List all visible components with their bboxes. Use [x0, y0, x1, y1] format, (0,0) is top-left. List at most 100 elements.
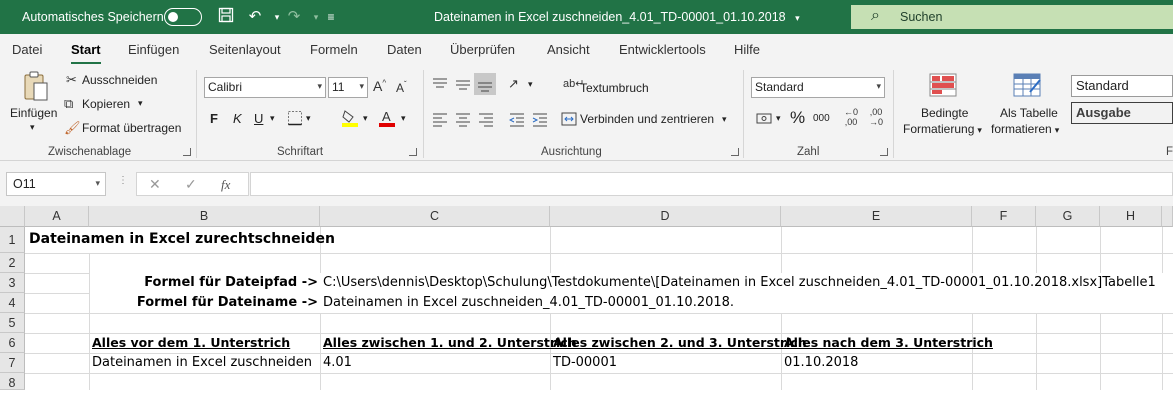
cell-c3[interactable]: C:\Users\dennis\Desktop\Schulung\Testdok…	[323, 275, 1156, 290]
column-header-c[interactable]: C	[320, 206, 550, 227]
cell-d7[interactable]: TD-00001	[553, 355, 617, 370]
format-painter-button[interactable]: Format übertragen	[82, 121, 181, 135]
style-standard[interactable]: Standard	[1071, 75, 1173, 97]
row-header-1[interactable]: 1	[0, 227, 25, 253]
paste-icon[interactable]	[22, 70, 50, 104]
align-center-icon[interactable]	[455, 111, 471, 130]
grow-font-icon[interactable]: A^	[373, 78, 386, 94]
name-box[interactable]: O11 ▾	[6, 172, 106, 196]
italic-button[interactable]: K	[233, 111, 242, 126]
font-color-dropdown-icon[interactable]: ▾	[401, 113, 406, 124]
cell-b4[interactable]: Formel für Dateiname ->	[92, 295, 318, 310]
format-as-table-line2[interactable]: formatieren ▾	[991, 122, 1059, 136]
tab-start[interactable]: Start	[71, 42, 101, 65]
number-launcher-icon[interactable]	[880, 148, 888, 156]
column-header-b[interactable]: B	[89, 206, 320, 227]
column-header-h[interactable]: H	[1100, 206, 1162, 227]
cell-c4[interactable]: Dateinamen in Excel zuschneiden_4.01_TD-…	[323, 295, 734, 310]
row-header-2[interactable]: 2	[0, 253, 25, 273]
increase-decimal-icon[interactable]: ←0,00	[844, 107, 858, 127]
cancel-icon[interactable]: ✕	[149, 176, 161, 193]
orientation-icon[interactable]: ↗	[508, 76, 519, 92]
column-header-g[interactable]: G	[1036, 206, 1100, 227]
decrease-decimal-icon[interactable]: ,00 →0	[869, 107, 883, 127]
conditional-formatting-line2[interactable]: Formatierung ▾	[903, 122, 982, 136]
borders-icon[interactable]	[287, 110, 303, 129]
tab-ueberpruefen[interactable]: Überprüfen	[450, 42, 515, 57]
thousands-button[interactable]: 000	[813, 113, 830, 124]
formula-input[interactable]	[250, 172, 1173, 196]
save-icon[interactable]	[216, 7, 236, 27]
column-header-f[interactable]: F	[972, 206, 1036, 227]
underline-dropdown-icon[interactable]: ▾	[270, 113, 275, 124]
column-header-d[interactable]: D	[550, 206, 781, 227]
cell-c6[interactable]: Alles zwischen 1. und 2. Unterstrich	[323, 335, 577, 350]
paste-dropdown-icon[interactable]: ▾	[30, 122, 35, 133]
autosave-toggle[interactable]	[164, 8, 202, 26]
cell-b3[interactable]: Formel für Dateipfad ->	[92, 275, 318, 290]
row-header-7[interactable]: 7	[0, 353, 25, 373]
tab-daten[interactable]: Daten	[387, 42, 422, 57]
undo-icon[interactable]: ↶	[245, 7, 265, 27]
redo-icon[interactable]: ↷	[284, 7, 304, 27]
more-options-icon[interactable]: ⋮	[118, 175, 128, 186]
align-middle-icon[interactable]	[455, 76, 471, 95]
font-size-combo[interactable]: 11 ▾	[328, 77, 368, 98]
currency-dropdown-icon[interactable]: ▾	[776, 113, 781, 124]
align-right-icon[interactable]	[478, 111, 494, 130]
currency-icon[interactable]	[756, 110, 772, 129]
tab-ansicht[interactable]: Ansicht	[547, 42, 590, 57]
increase-indent-icon[interactable]	[532, 111, 548, 130]
confirm-icon[interactable]: ✓	[185, 176, 197, 193]
align-bottom-icon[interactable]	[474, 73, 496, 95]
align-left-icon[interactable]	[432, 111, 448, 130]
row-header-8[interactable]: 8	[0, 373, 25, 390]
number-format-combo[interactable]: Standard ▾	[751, 77, 885, 98]
align-top-icon[interactable]	[432, 76, 448, 95]
tab-datei[interactable]: Datei	[12, 42, 42, 57]
search-box[interactable]: ⌕ Suchen	[851, 5, 1173, 29]
cell-b6[interactable]: Alles vor dem 1. Unterstrich	[92, 335, 290, 350]
fill-color-dropdown-icon[interactable]: ▾	[363, 113, 368, 124]
borders-dropdown-icon[interactable]: ▾	[306, 113, 311, 124]
customize-toolbar-icon[interactable]: ≡	[321, 7, 341, 27]
underline-button[interactable]: U	[254, 111, 263, 126]
percent-button[interactable]: %	[790, 108, 805, 128]
cell-e6[interactable]: Alles nach dem 3. Unterstrich	[784, 335, 993, 350]
merge-center-button[interactable]: Verbinden und zentrieren	[580, 112, 714, 126]
font-color-icon[interactable]: A	[378, 108, 396, 131]
tab-hilfe[interactable]: Hilfe	[734, 42, 760, 57]
font-name-combo[interactable]: Calibri ▾	[204, 77, 326, 98]
clipboard-launcher-icon[interactable]	[183, 148, 191, 156]
copy-dropdown-icon[interactable]: ▾	[138, 98, 143, 109]
insert-function-button[interactable]: fx	[221, 177, 230, 193]
shrink-font-icon[interactable]: Aˇ	[396, 80, 407, 95]
column-header-a[interactable]: A	[25, 206, 89, 227]
fill-color-icon[interactable]	[341, 108, 359, 131]
decrease-indent-icon[interactable]	[508, 111, 525, 130]
cell-c7[interactable]: 4.01	[323, 355, 352, 370]
wrap-text-button[interactable]: Textumbruch	[580, 81, 649, 95]
tab-einfuegen[interactable]: Einfügen	[128, 42, 179, 57]
orientation-dropdown-icon[interactable]: ▾	[528, 79, 533, 90]
cell-a1[interactable]: Dateinamen in Excel zurechtschneiden	[29, 231, 335, 247]
alignment-launcher-icon[interactable]	[731, 148, 739, 156]
copy-button[interactable]: Kopieren	[82, 97, 130, 111]
cell-e7[interactable]: 01.10.2018	[784, 355, 858, 370]
document-title[interactable]: Dateinamen in Excel zuschneiden_4.01_TD-…	[434, 10, 800, 24]
select-all-corner[interactable]	[0, 206, 25, 227]
bold-button[interactable]: F	[210, 111, 218, 126]
tab-entwicklertools[interactable]: Entwicklertools	[619, 42, 706, 57]
cell-d6[interactable]: Alles zwischen 2. und 3. Unterstrich	[553, 335, 807, 350]
tab-seitenlayout[interactable]: Seitenlayout	[209, 42, 281, 57]
style-ausgabe[interactable]: Ausgabe	[1071, 102, 1173, 124]
cut-button[interactable]: Ausschneiden	[82, 73, 157, 87]
format-as-table-line1[interactable]: Als Tabelle	[1000, 106, 1058, 120]
paste-button[interactable]: Einfügen	[10, 106, 57, 120]
column-header-partial[interactable]	[1162, 206, 1173, 227]
merge-dropdown-icon[interactable]: ▾	[722, 114, 727, 125]
row-header-5[interactable]: 5	[0, 313, 25, 333]
column-header-e[interactable]: E	[781, 206, 972, 227]
conditional-formatting-line1[interactable]: Bedingte	[921, 106, 968, 120]
tab-formeln[interactable]: Formeln	[310, 42, 358, 57]
